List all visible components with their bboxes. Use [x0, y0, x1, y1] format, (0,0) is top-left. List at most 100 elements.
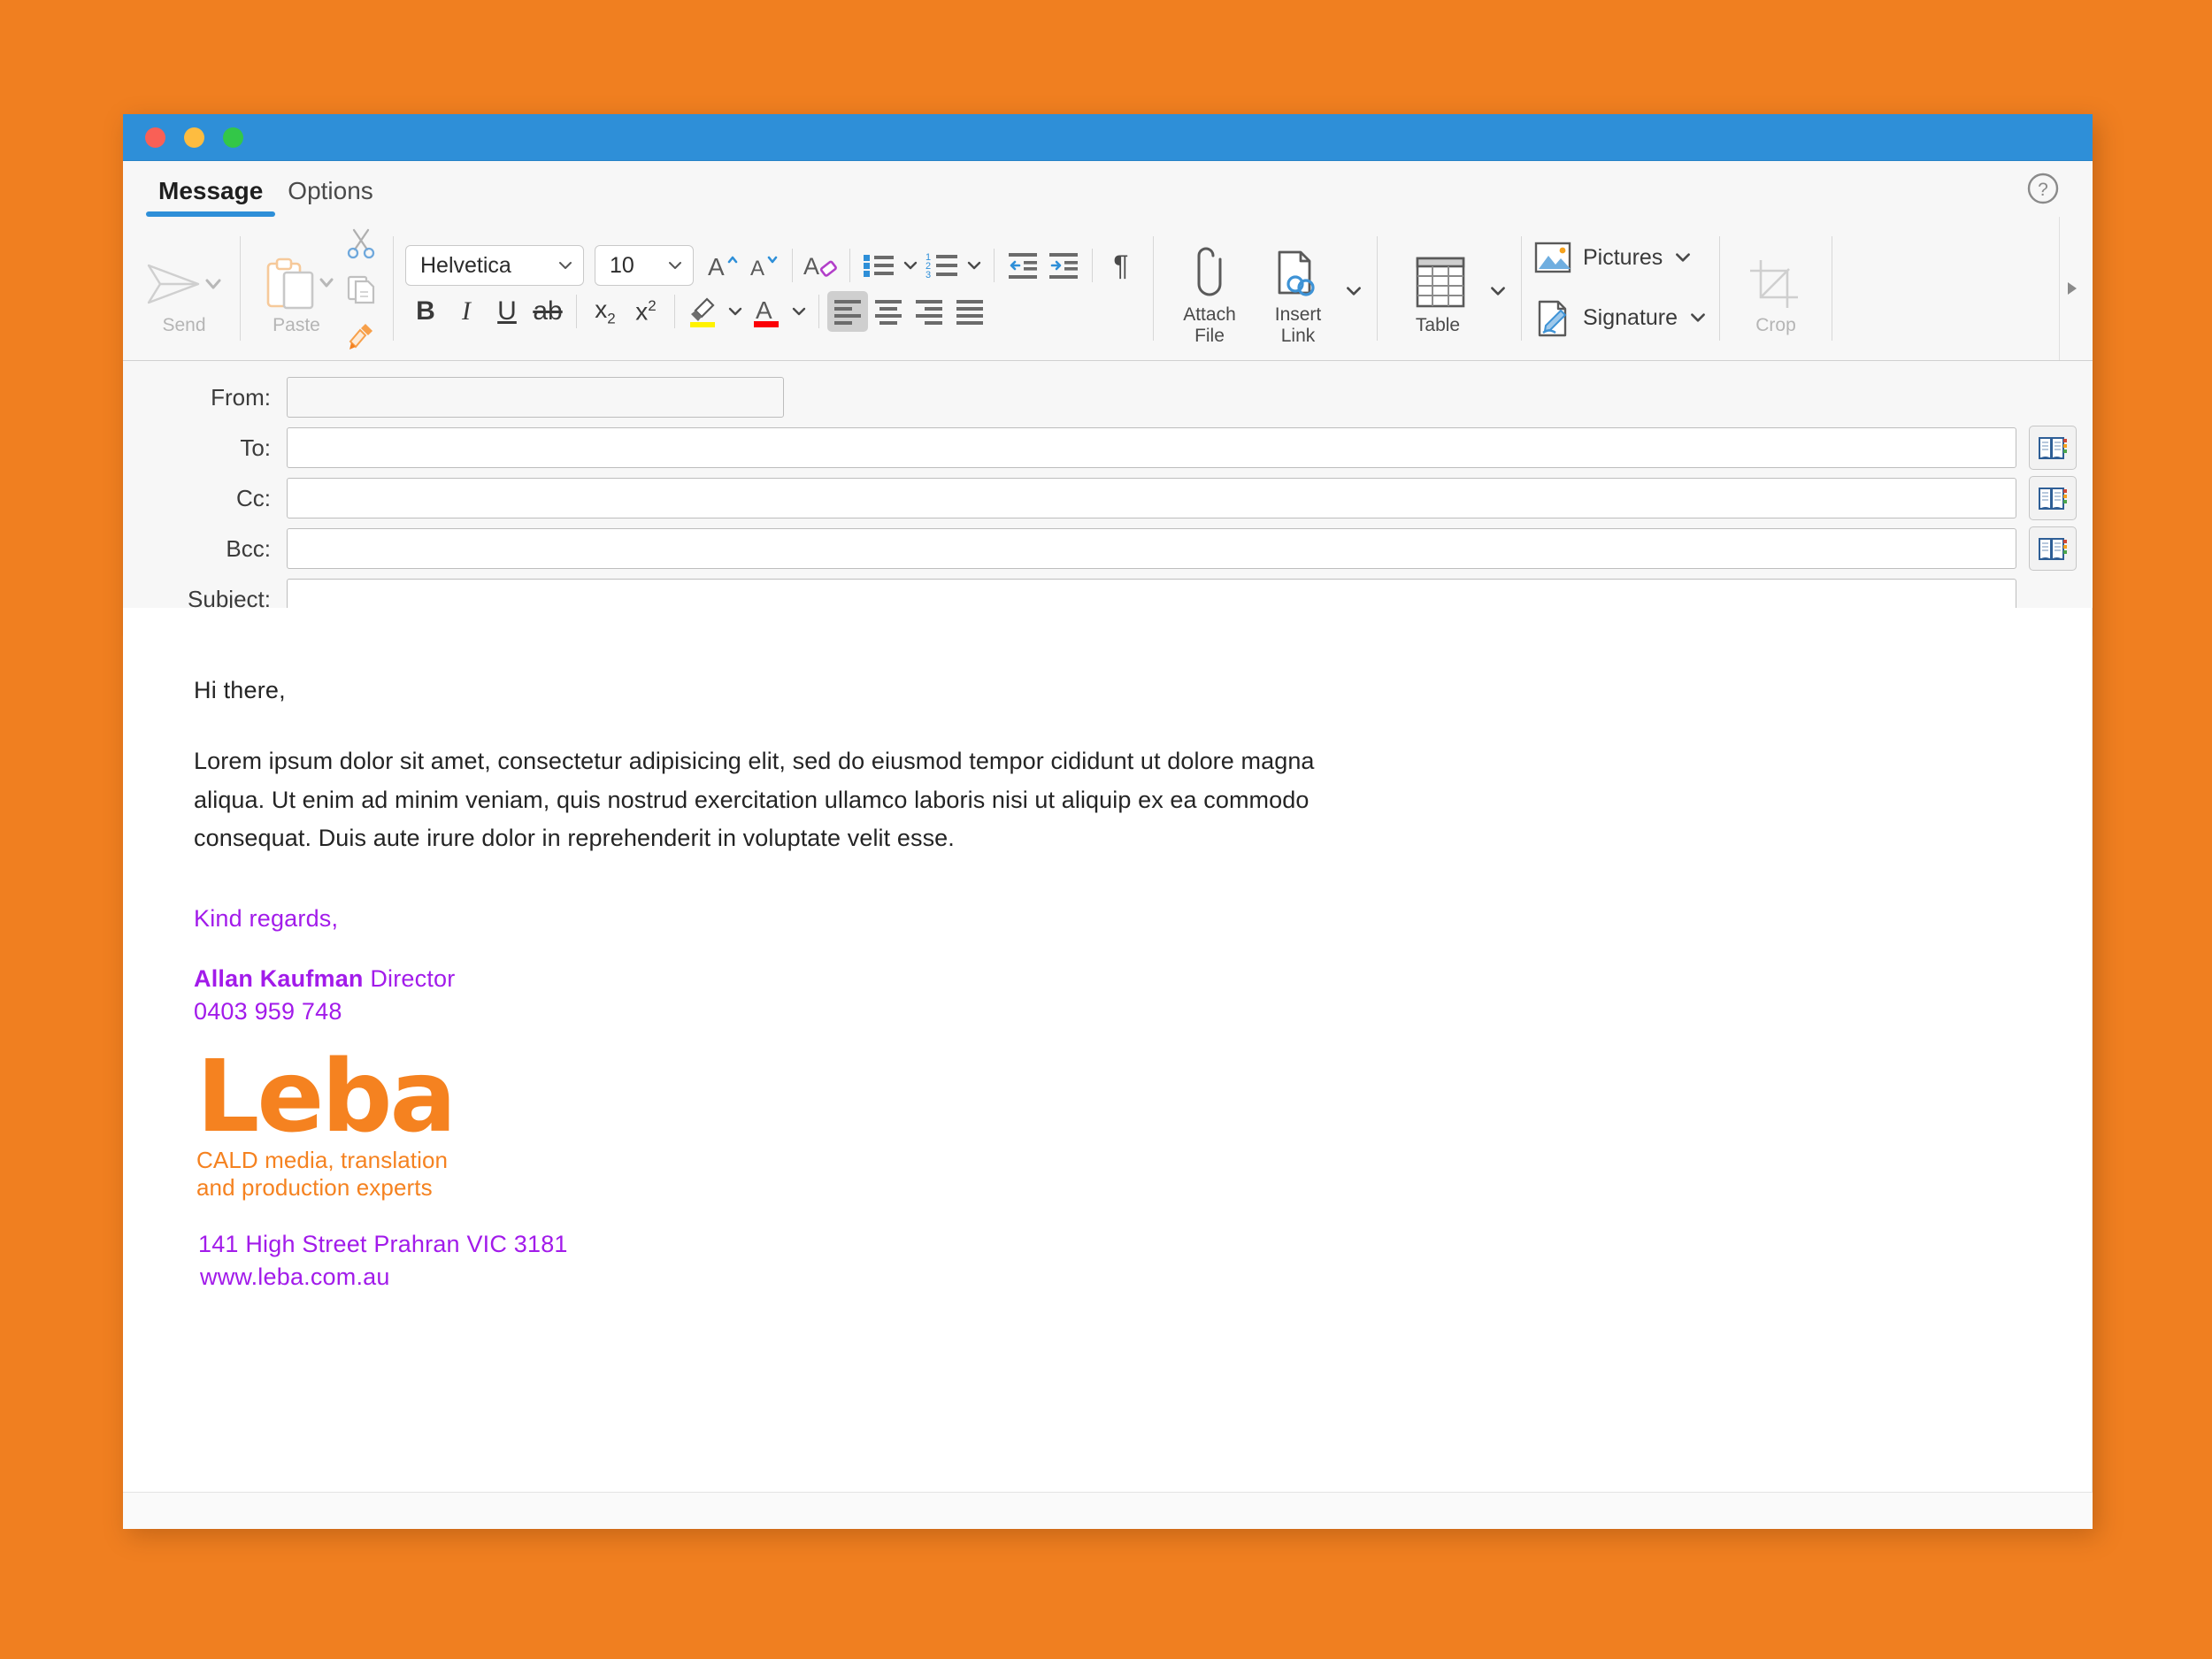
recipient-fields: From: To: Cc: Bcc: Subject: — [123, 361, 2093, 634]
crop-button-label: Crop — [1755, 315, 1796, 336]
strikethrough-label: ab — [533, 296, 563, 326]
align-justify-button[interactable] — [949, 291, 990, 332]
attach-file-label-line2: File — [1194, 326, 1225, 346]
chevron-down-icon — [728, 307, 742, 316]
cut-button[interactable] — [341, 222, 381, 263]
numbered-list-button[interactable]: 1 2 3 — [922, 245, 963, 286]
zoom-button[interactable] — [223, 127, 243, 148]
to-label: To: — [240, 434, 271, 461]
copy-button[interactable] — [341, 268, 381, 309]
signature-address: 141 High Street Prahran VIC 3181 — [198, 1231, 568, 1258]
svg-text:3: 3 — [926, 270, 931, 280]
subscript-button[interactable]: x2 — [585, 291, 626, 332]
align-center-button[interactable] — [868, 291, 909, 332]
to-row: To: — [123, 426, 2093, 470]
insert-link-button[interactable]: Insert Link — [1254, 230, 1342, 346]
cc-input[interactable] — [287, 478, 2016, 518]
table-button[interactable]: Table — [1389, 241, 1486, 336]
highlight-dropdown[interactable] — [724, 291, 747, 332]
signature-website[interactable]: www.leba.com.au — [200, 1263, 2092, 1291]
separator — [1153, 236, 1154, 341]
close-button[interactable] — [145, 127, 165, 148]
clear-formatting-button[interactable]: A — [801, 245, 841, 286]
chevron-down-icon — [903, 261, 918, 270]
bulleted-list-icon — [864, 255, 894, 277]
separator — [849, 249, 850, 282]
crop-button[interactable]: Crop — [1732, 241, 1820, 336]
pictures-label: Pictures — [1583, 244, 1663, 270]
pictures-button[interactable]: Pictures — [1533, 240, 1708, 275]
paperclip-icon — [1183, 244, 1236, 303]
tab-options[interactable]: Options — [275, 177, 386, 217]
attach-file-button[interactable]: Attach File — [1165, 230, 1254, 346]
strikethrough-button[interactable]: ab — [527, 291, 568, 332]
address-book-icon-cc[interactable] — [2029, 476, 2077, 520]
ribbon-group-table: Table — [1381, 217, 1517, 360]
font-color-dropdown[interactable] — [787, 291, 810, 332]
ribbon-toolbar: Send Paste Helvetica 10 A A A 1 2 3 ¶ B … — [123, 217, 2093, 361]
highlighter-icon — [690, 297, 715, 327]
insert-link-label: Insert Link — [1275, 304, 1322, 346]
send-paper-plane-icon — [143, 255, 225, 313]
italic-button[interactable]: I — [446, 291, 487, 332]
grow-font-button[interactable]: A — [703, 245, 743, 286]
align-right-button[interactable] — [909, 291, 949, 332]
bcc-input[interactable] — [287, 528, 2016, 569]
compose-window: Message Options ? Send Paste Helvetica 1… — [123, 114, 2093, 1529]
svg-text:A: A — [756, 296, 772, 324]
paste-button[interactable]: Paste — [252, 241, 341, 336]
cc-label: Cc: — [236, 484, 271, 511]
separator — [1719, 236, 1721, 341]
to-input[interactable] — [287, 427, 2016, 468]
scissors-icon — [347, 228, 375, 259]
align-left-button[interactable] — [827, 291, 868, 332]
shrink-font-button[interactable]: A — [743, 245, 784, 286]
format-painter-button[interactable] — [341, 314, 381, 355]
font-color-button[interactable]: A — [747, 291, 787, 332]
signature-button[interactable]: Signature — [1533, 298, 1708, 337]
decrease-indent-icon — [1009, 253, 1037, 279]
tab-message[interactable]: Message — [146, 177, 276, 217]
increase-indent-button[interactable] — [1043, 245, 1084, 286]
separator — [674, 295, 675, 328]
from-row: From: — [123, 375, 2093, 419]
address-book-icon-to[interactable] — [2029, 426, 2077, 470]
address-book-icon-bcc[interactable] — [2029, 526, 2077, 571]
minimize-button[interactable] — [184, 127, 204, 148]
separator — [818, 295, 819, 328]
chevron-down-icon — [1347, 287, 1361, 296]
send-button-label: Send — [162, 315, 206, 336]
grow-font-icon: A — [708, 253, 738, 280]
insert-link-icon — [1269, 244, 1327, 303]
decrease-indent-button[interactable] — [1002, 245, 1043, 286]
paste-button-label: Paste — [273, 315, 320, 336]
insert-link-dropdown[interactable] — [1342, 263, 1365, 319]
highlight-button[interactable] — [683, 291, 724, 332]
send-button[interactable]: Send — [140, 241, 228, 336]
bulleted-list-button[interactable] — [858, 245, 899, 286]
ribbon-group-clipboard: Paste — [244, 217, 389, 360]
bullets-dropdown[interactable] — [899, 245, 922, 286]
font-size-select[interactable]: 10 — [595, 245, 694, 286]
svg-text:A: A — [750, 257, 764, 280]
copy-icon — [347, 275, 375, 304]
underline-button[interactable]: U — [487, 291, 527, 332]
ribbon-group-send: Send — [132, 217, 236, 360]
from-input[interactable] — [287, 377, 784, 418]
help-icon[interactable]: ? — [2025, 171, 2061, 206]
table-dropdown[interactable] — [1486, 263, 1509, 319]
ribbon-group-insert: Attach File Insert Link — [1157, 217, 1373, 360]
signature-title: Director — [370, 965, 456, 993]
show-formatting-marks-button[interactable]: ¶ — [1101, 245, 1141, 286]
expand-ribbon-arrow-icon[interactable] — [2059, 217, 2084, 360]
bold-button[interactable]: B — [405, 291, 446, 332]
signature-icon — [1538, 300, 1567, 337]
numbering-dropdown[interactable] — [963, 245, 986, 286]
bcc-row: Bcc: — [123, 526, 2093, 571]
font-family-select[interactable]: Helvetica — [405, 245, 584, 286]
numbered-list-icon: 1 2 3 — [926, 252, 957, 280]
tagline-line1: CALD media, translation — [196, 1147, 449, 1174]
superscript-button[interactable]: x2 — [626, 291, 666, 332]
message-body[interactable]: Hi there, Lorem ipsum dolor sit amet, co… — [123, 608, 2093, 1492]
signature-phone: 0403 959 748 — [194, 998, 342, 1025]
